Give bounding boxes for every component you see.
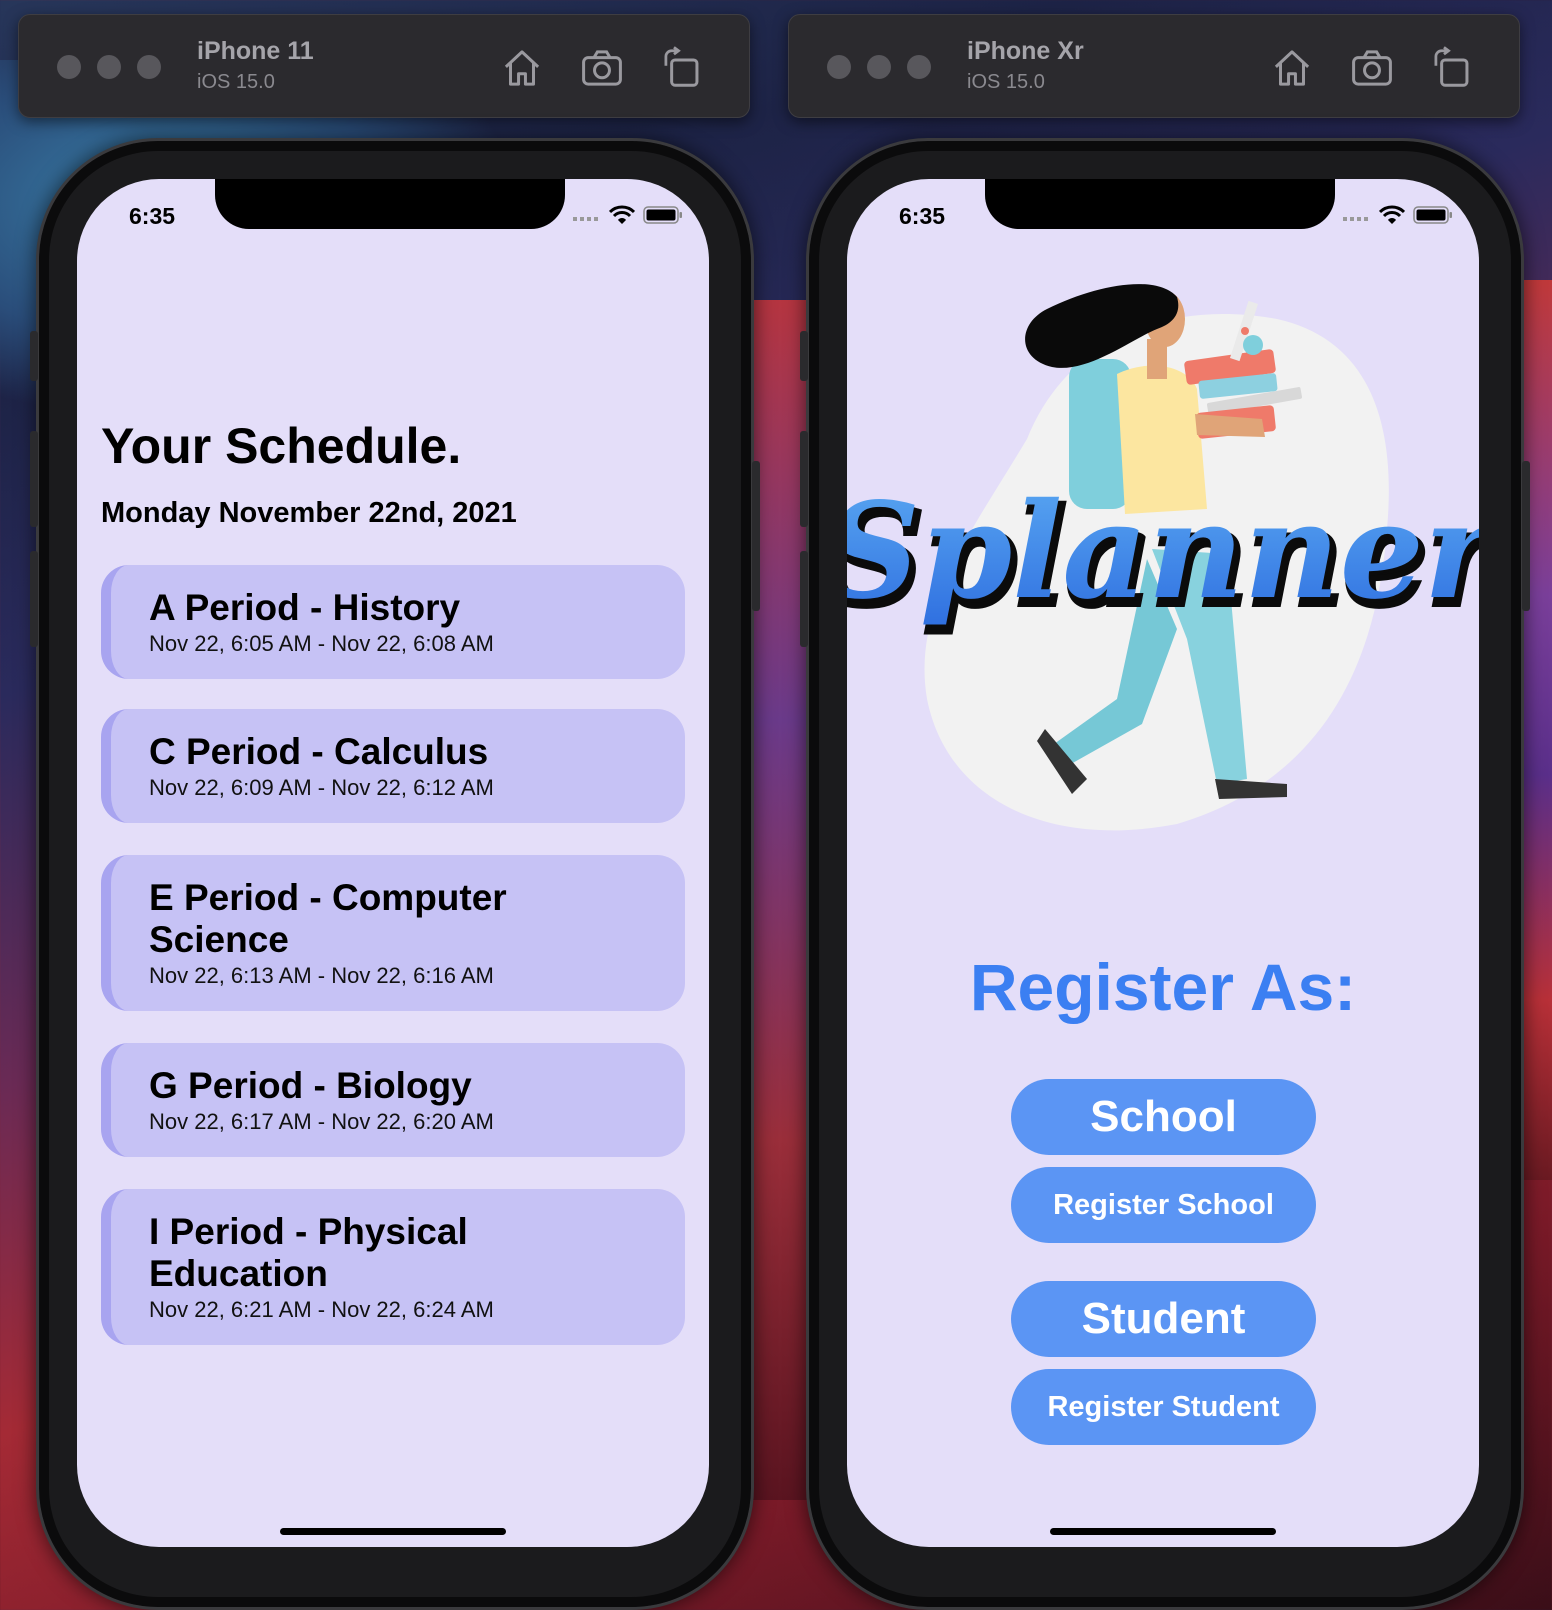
screenshot-icon[interactable] (579, 45, 625, 91)
notch (215, 179, 565, 229)
register-screen: 6:35 Splanner Splanner Register As: Scho… (847, 179, 1479, 1547)
period-time: Nov 22, 6:21 AM - Nov 22, 6:24 AM (149, 1297, 494, 1322)
period-time: Nov 22, 6:13 AM - Nov 22, 6:16 AM (149, 963, 494, 988)
status-time: 6:35 (129, 203, 176, 229)
period-time: Nov 22, 6:17 AM - Nov 22, 6:20 AM (149, 1109, 494, 1134)
student-button[interactable]: Student (1011, 1281, 1316, 1357)
period-card[interactable]: E Period - Computer Science Nov 22, 6:13… (101, 855, 685, 1011)
home-indicator[interactable] (1050, 1528, 1276, 1535)
rotate-icon[interactable] (659, 45, 705, 91)
window-controls (57, 55, 161, 79)
device-name: iPhone 11 (197, 37, 314, 65)
side-button (30, 331, 38, 381)
register-student-button[interactable]: Register Student (1011, 1369, 1316, 1445)
home-icon[interactable] (1269, 45, 1315, 91)
home-icon[interactable] (499, 45, 545, 91)
volume-down-button (800, 551, 808, 647)
schedule-screen: 6:35 Your Schedule. Monday November 22nd… (77, 179, 709, 1547)
device-name: iPhone Xr (967, 37, 1084, 65)
period-card[interactable]: I Period - Physical Education Nov 22, 6:… (101, 1189, 685, 1345)
period-title: E Period - Computer Science (149, 877, 507, 960)
status-icons (573, 205, 683, 225)
power-button (1522, 461, 1530, 611)
power-button (752, 461, 760, 611)
volume-up-button (30, 431, 38, 527)
period-time: Nov 22, 6:09 AM - Nov 22, 6:12 AM (149, 775, 494, 800)
school-button[interactable]: School (1011, 1079, 1316, 1155)
iphone-11-device: 6:35 Your Schedule. Monday November 22nd… (30, 138, 760, 1610)
simulator-toolbar-iphone-xr: iPhone Xr iOS 15.0 (788, 14, 1520, 118)
zoom-window-button[interactable] (907, 55, 931, 79)
os-version: iOS 15.0 (967, 71, 1045, 93)
rotate-icon[interactable] (1429, 45, 1475, 91)
period-title: A Period - History (149, 587, 461, 628)
period-title: C Period - Calculus (149, 731, 489, 772)
period-card[interactable]: A Period - History Nov 22, 6:05 AM - Nov… (101, 565, 685, 679)
logo-text: Splanner (847, 474, 1479, 629)
status-icons (1343, 205, 1453, 225)
battery-icon (1413, 206, 1452, 224)
screenshot-icon[interactable] (1349, 45, 1395, 91)
window-controls (827, 55, 931, 79)
simulator-toolbar-iphone-11: iPhone 11 iOS 15.0 (18, 14, 750, 118)
register-heading: Register As: (969, 950, 1357, 1024)
status-time: 6:35 (899, 203, 946, 229)
period-title: I Period - Physical Education (149, 1211, 468, 1294)
volume-down-button (30, 551, 38, 647)
page-title: Your Schedule. (101, 418, 462, 474)
os-version: iOS 15.0 (197, 71, 275, 93)
home-indicator[interactable] (280, 1528, 506, 1535)
period-time: Nov 22, 6:05 AM - Nov 22, 6:08 AM (149, 631, 494, 656)
close-window-button[interactable] (57, 55, 81, 79)
register-school-button[interactable]: Register School (1011, 1167, 1316, 1243)
period-card[interactable]: G Period - Biology Nov 22, 6:17 AM - Nov… (101, 1043, 685, 1157)
minimize-window-button[interactable] (867, 55, 891, 79)
iphone-xr-device: 6:35 Splanner Splanner Register As: Scho… (800, 138, 1530, 1610)
wifi-icon (1379, 205, 1405, 224)
schedule-date: Monday November 22nd, 2021 (101, 497, 517, 529)
notch (985, 179, 1335, 229)
zoom-window-button[interactable] (137, 55, 161, 79)
period-card[interactable]: C Period - Calculus Nov 22, 6:09 AM - No… (101, 709, 685, 823)
wifi-icon (609, 205, 635, 224)
period-title: G Period - Biology (149, 1065, 472, 1106)
minimize-window-button[interactable] (97, 55, 121, 79)
battery-icon (643, 206, 682, 224)
cellular-signal-icon (573, 217, 598, 221)
close-window-button[interactable] (827, 55, 851, 79)
cellular-signal-icon (1343, 217, 1368, 221)
splanner-logo: Splanner Splanner (847, 284, 1479, 831)
volume-up-button (800, 431, 808, 527)
side-button (800, 331, 808, 381)
